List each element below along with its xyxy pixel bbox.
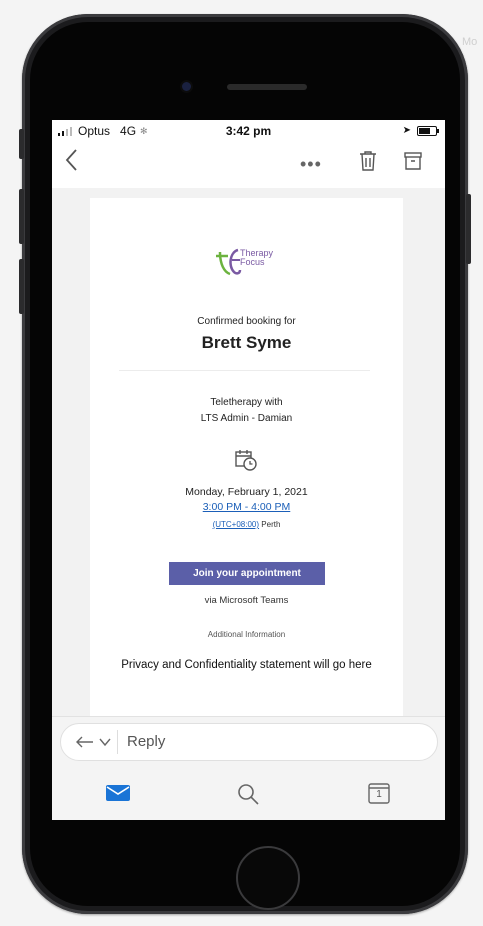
- trash-icon: [360, 151, 376, 171]
- timezone-city: Perth: [261, 520, 281, 529]
- status-time: 3:42 pm: [225, 124, 272, 138]
- appointment-time-link[interactable]: 3:00 PM - 4:00 PM: [90, 501, 403, 513]
- calendar-clock-icon: [235, 450, 257, 471]
- reply-input[interactable]: Reply: [60, 723, 438, 761]
- mail-icon[interactable]: [106, 784, 130, 802]
- brand-wordmark: Therapy Focus: [240, 249, 273, 267]
- brand-line-2: Focus: [240, 257, 265, 267]
- reply-placeholder[interactable]: Reply: [127, 733, 165, 750]
- additional-info-heading: Additional Information: [207, 630, 286, 639]
- timezone-line: (UTC+08:00) Perth: [90, 520, 403, 529]
- phone-screen: Optus 4G ✻ 3:42 pm ➤ ••• Therapy Focus C…: [52, 120, 445, 820]
- calendar-tab-button[interactable]: 1: [368, 782, 390, 804]
- calendar-day-number: 1: [376, 789, 382, 800]
- power-button: [466, 194, 471, 264]
- confirm-label: Confirmed booking for: [197, 316, 296, 327]
- back-button[interactable]: [64, 148, 78, 179]
- mute-switch: [19, 129, 24, 159]
- search-icon[interactable]: [236, 782, 260, 806]
- mail-toolbar: •••: [52, 142, 445, 188]
- archive-icon: [404, 152, 422, 170]
- delete-button[interactable]: [358, 150, 378, 177]
- client-name: Brett Syme: [201, 333, 292, 352]
- front-camera: [182, 82, 191, 91]
- service-line-1: Teletherapy with: [210, 397, 283, 408]
- chevron-left-icon: [65, 149, 77, 171]
- battery-icon: [417, 125, 439, 136]
- ghost-text: Mo: [462, 36, 478, 48]
- volume-down-button: [19, 259, 24, 314]
- join-appointment-button[interactable]: Join your appointment: [169, 562, 325, 585]
- chevron-down-icon[interactable]: [99, 736, 111, 748]
- archive-button[interactable]: [403, 150, 423, 177]
- privacy-statement: Privacy and Confidentiality statement wi…: [121, 659, 372, 671]
- reply-divider: [117, 730, 118, 754]
- volume-up-button: [19, 189, 24, 244]
- section-divider: [119, 370, 370, 371]
- timezone-link[interactable]: (UTC+08:00): [213, 520, 259, 529]
- email-body: Therapy Focus Confirmed booking for Bret…: [52, 188, 445, 716]
- via-teams-label: via Microsoft Teams: [204, 595, 289, 606]
- reply-bar: Reply: [52, 716, 445, 775]
- service-line-2: LTS Admin - Damian: [200, 413, 293, 424]
- appointment-date: Monday, February 1, 2021: [185, 486, 308, 498]
- reply-arrow-icon[interactable]: [75, 736, 95, 748]
- bottom-tab-bar: 1: [52, 774, 445, 820]
- status-bar: Optus 4G ✻ 3:42 pm ➤: [52, 120, 445, 142]
- location-icon: ➤: [402, 125, 411, 136]
- more-options-button[interactable]: •••: [300, 154, 322, 175]
- home-button[interactable]: [236, 846, 300, 910]
- booking-card: Therapy Focus Confirmed booking for Bret…: [90, 198, 403, 716]
- earpiece-speaker: [227, 84, 307, 90]
